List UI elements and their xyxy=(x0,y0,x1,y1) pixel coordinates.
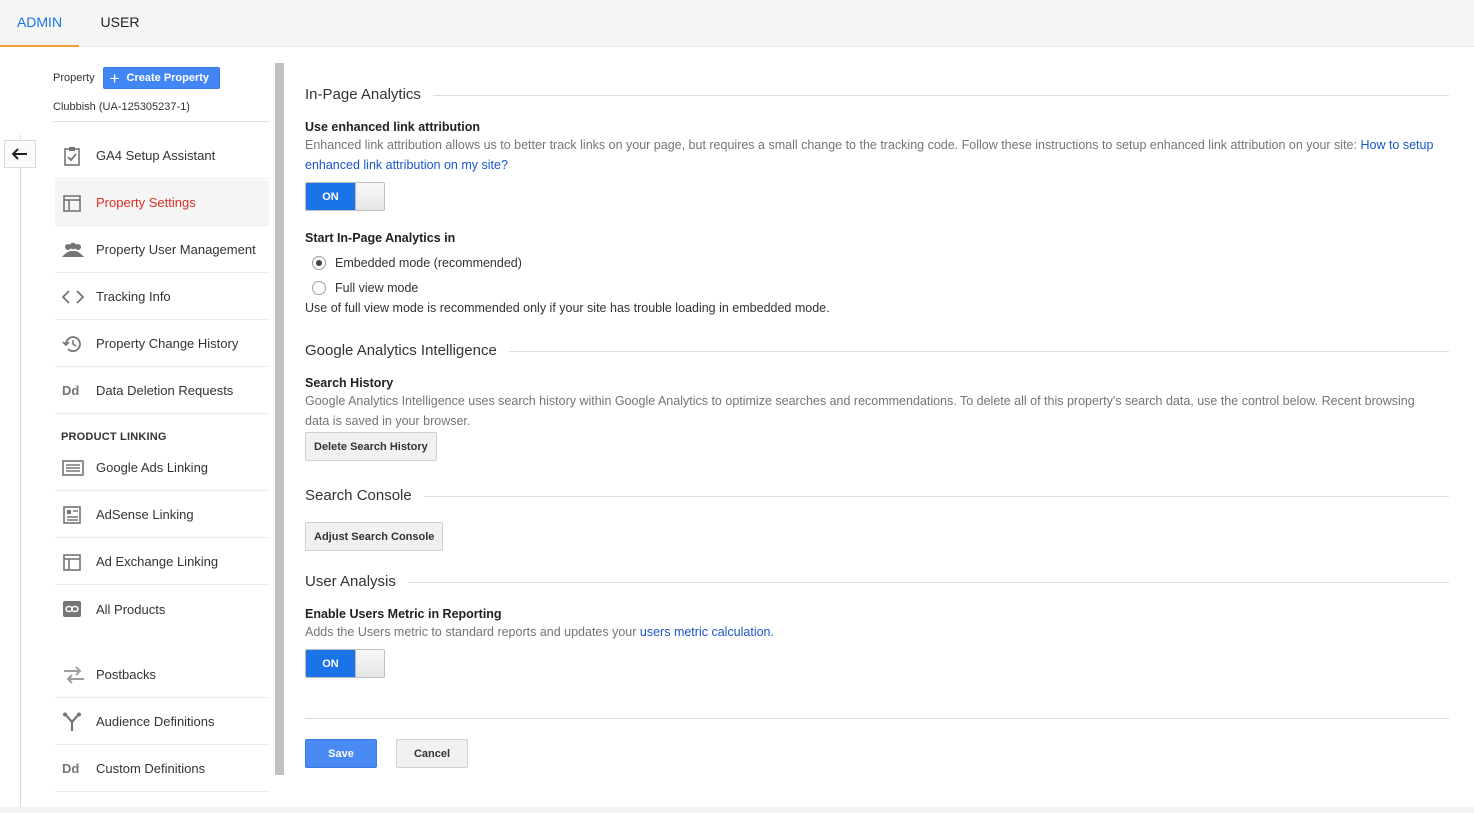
dd-icon: Dd xyxy=(62,383,80,398)
sidebar-item-label: Postbacks xyxy=(96,667,156,682)
radio-button[interactable] xyxy=(312,281,326,295)
property-divider xyxy=(53,121,269,122)
property-label: Property xyxy=(53,72,95,84)
start-in-page-label: Start In-Page Analytics in xyxy=(305,231,456,245)
radio-button-selected[interactable] xyxy=(312,256,326,270)
arrow-left-icon xyxy=(12,148,27,160)
sidebar-item-label: Tracking Info xyxy=(96,289,171,304)
cancel-button[interactable]: Cancel xyxy=(396,739,468,768)
users-metric-label: Enable Users Metric in Reporting xyxy=(305,607,502,621)
users-metric-desc-text: Adds the Users metric to standard report… xyxy=(305,625,637,639)
sidebar-item-audience-definitions[interactable]: Audience Definitions xyxy=(55,699,269,745)
postbacks-icon xyxy=(55,664,96,686)
intelligence-title: Google Analytics Intelligence xyxy=(305,342,509,359)
full-view-note: Use of full view mode is recommended onl… xyxy=(305,301,830,315)
radio-full-view-mode[interactable]: Full view mode xyxy=(312,281,418,295)
radio-embedded-mode[interactable]: Embedded mode (recommended) xyxy=(312,256,522,270)
link-icon xyxy=(55,600,96,618)
toggle-knob xyxy=(355,650,384,677)
create-property-label: Create Property xyxy=(126,72,210,84)
sidebar-item-all-products[interactable]: All Products xyxy=(55,586,269,632)
history-icon xyxy=(55,334,96,354)
sidebar-item-adsense-linking[interactable]: AdSense Linking xyxy=(55,492,269,538)
audience-icon xyxy=(55,712,96,732)
users-metric-calculation-link[interactable]: users metric calculation. xyxy=(640,625,774,639)
sidebar-item-label: GA4 Setup Assistant xyxy=(96,148,216,163)
rail-divider xyxy=(20,135,21,808)
plus-icon: + xyxy=(109,68,120,88)
create-property-button[interactable]: + Create Property xyxy=(102,67,221,89)
save-button[interactable]: Save xyxy=(305,739,377,768)
sidebar-item-label: Property User Management xyxy=(96,242,256,257)
delete-search-history-button[interactable]: Delete Search History xyxy=(305,432,437,461)
sidebar-item-label: Data Deletion Requests xyxy=(96,383,234,398)
search-history-label: Search History xyxy=(305,376,394,390)
sidebar-item-label: Property Change History xyxy=(96,336,239,351)
sidebar-item-property-settings[interactable]: Property Settings xyxy=(55,180,269,226)
property-row: Property + Create Property xyxy=(53,67,221,89)
sidebar-item-data-deletion[interactable]: Dd Data Deletion Requests xyxy=(55,368,269,414)
clipboard-check-icon xyxy=(55,146,96,166)
radio-full-label: Full view mode xyxy=(335,281,419,295)
sidebar-item-label: Ad Exchange Linking xyxy=(96,554,219,569)
sidebar-item-google-ads-linking[interactable]: Google Ads Linking xyxy=(55,445,269,491)
section-divider xyxy=(305,95,1449,96)
users-metric-toggle[interactable]: ON xyxy=(305,649,385,678)
code-icon xyxy=(55,289,96,304)
top-tab-bar: ADMIN USER xyxy=(0,0,1474,47)
in-page-analytics-title: In-Page Analytics xyxy=(305,86,433,103)
radio-embedded-label: Embedded mode (recommended) xyxy=(335,256,522,270)
sidebar-item-label: All Products xyxy=(96,601,166,617)
search-console-title: Search Console xyxy=(305,487,424,504)
adsense-icon xyxy=(55,505,96,525)
sidebar-item-custom-definitions[interactable]: Dd Custom Definitions xyxy=(55,746,269,792)
users-metric-description: Adds the Users metric to standard report… xyxy=(305,622,774,642)
sidebar-item-ad-exchange-linking[interactable]: Ad Exchange Linking xyxy=(55,539,269,585)
bottom-strip xyxy=(0,807,1474,813)
ads-icon xyxy=(55,459,96,476)
sidebar-item-tracking-info[interactable]: Tracking Info xyxy=(55,274,269,320)
enhanced-link-description: Enhanced link attribution allows us to b… xyxy=(305,135,1449,175)
user-analysis-title: User Analysis xyxy=(305,573,408,590)
sidebar-item-label: Property Settings xyxy=(96,195,196,210)
search-history-description: Google Analytics Intelligence uses searc… xyxy=(305,394,1415,428)
toggle-knob xyxy=(355,183,384,210)
people-icon xyxy=(55,242,96,258)
sidebar-item-postbacks[interactable]: Postbacks xyxy=(55,652,269,698)
product-linking-header: PRODUCT LINKING xyxy=(61,431,167,443)
sidebar-item-label: AdSense Linking xyxy=(96,507,194,522)
adjust-search-console-button[interactable]: Adjust Search Console xyxy=(305,522,444,551)
enhanced-link-desc-text: Enhanced link attribution allows us to b… xyxy=(305,138,1357,152)
enhanced-link-label: Use enhanced link attribution xyxy=(305,120,481,134)
ad-exchange-icon xyxy=(55,552,96,572)
sidebar-item-user-management[interactable]: Property User Management xyxy=(55,227,269,273)
toggle-on-label: ON xyxy=(306,183,355,210)
sidebar-item-label: Custom Definitions xyxy=(96,761,206,776)
enhanced-link-toggle[interactable]: ON xyxy=(305,182,385,211)
sidebar-item-label: Audience Definitions xyxy=(96,714,215,729)
sidebar-item-change-history[interactable]: Property Change History xyxy=(55,321,269,367)
sidebar-scrollbar[interactable] xyxy=(275,63,284,775)
tab-admin[interactable]: ADMIN xyxy=(0,0,79,47)
dd-icon: Dd xyxy=(62,761,80,776)
section-divider xyxy=(305,496,1449,497)
tab-user[interactable]: USER xyxy=(94,0,146,47)
sidebar-item-ga4-setup[interactable]: GA4 Setup Assistant xyxy=(55,133,269,179)
actions-divider xyxy=(305,718,1449,719)
sidebar-item-label: Google Ads Linking xyxy=(96,460,209,475)
toggle-on-label: ON xyxy=(306,650,355,677)
section-divider xyxy=(305,582,1449,583)
property-selector[interactable]: Clubbish (UA-125305237-1) xyxy=(53,101,190,113)
collapse-back-button[interactable] xyxy=(4,140,36,168)
layout-icon xyxy=(55,193,96,213)
